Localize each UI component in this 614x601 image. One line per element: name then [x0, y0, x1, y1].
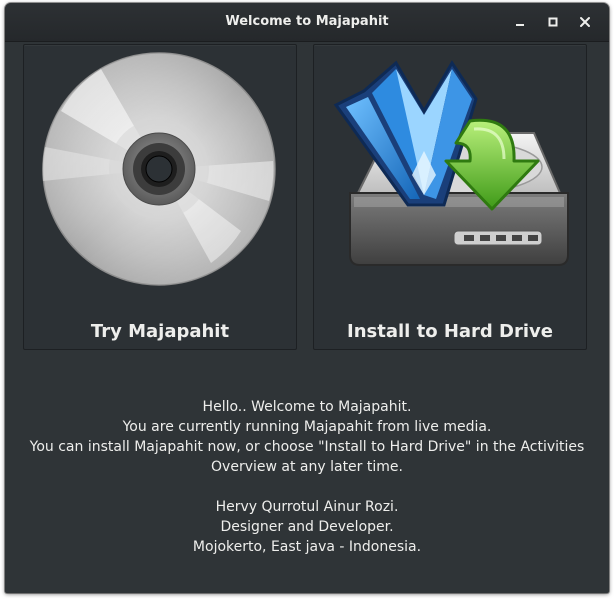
- try-majapahit-button[interactable]: Try Majapahit: [23, 44, 297, 350]
- maximize-icon: [548, 17, 558, 27]
- minimize-button[interactable]: [512, 14, 528, 30]
- welcome-window: Welcome to Majapahit Try Majapahit Insta…: [5, 3, 609, 593]
- credit-line: Designer and Developer.: [220, 519, 394, 535]
- credit-line: Mojokerto, East java - Indonesia.: [192, 539, 422, 555]
- welcome-message: Hello.. Welcome to Majapahit. You are cu…: [5, 397, 609, 557]
- close-icon: [580, 17, 590, 27]
- maximize-button[interactable]: [545, 14, 561, 30]
- close-button[interactable]: [577, 14, 593, 30]
- install-to-hard-drive-label: Install to Hard Drive: [347, 321, 553, 342]
- message-line: You can install Majapahit now, or choose…: [29, 439, 585, 455]
- install-hard-drive-icon: [333, 60, 569, 266]
- message-line: Overview at any later time.: [211, 459, 403, 475]
- message-line: Hello.. Welcome to Majapahit.: [202, 399, 412, 415]
- message-line: You are currently running Majapahit from…: [122, 419, 492, 435]
- install-to-hard-drive-button[interactable]: Install to Hard Drive: [313, 44, 587, 350]
- minimize-icon: [516, 24, 524, 26]
- title-bar[interactable]: Welcome to Majapahit: [5, 3, 609, 42]
- credit-line: Hervy Qurrotul Ainur Rozi.: [215, 499, 399, 515]
- optical-disc-icon: [42, 52, 276, 286]
- try-majapahit-label: Try Majapahit: [90, 321, 230, 342]
